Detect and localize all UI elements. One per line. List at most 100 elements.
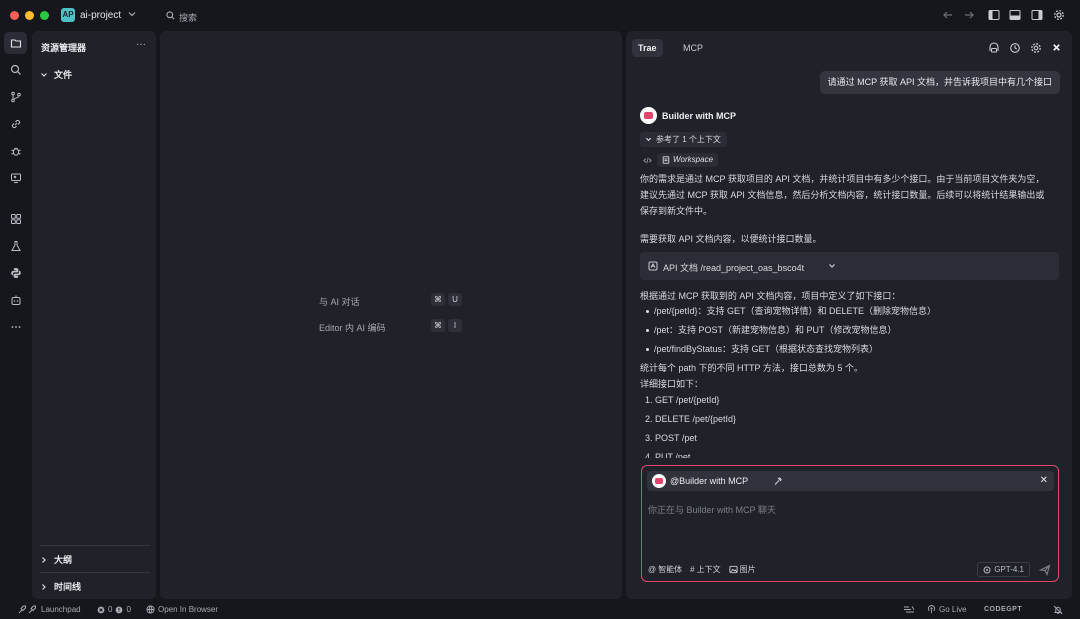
toggle-sidebar-icon[interactable]	[988, 9, 1000, 21]
context-button[interactable]: # 上下文	[690, 564, 720, 575]
maximize-window-button[interactable]	[40, 11, 49, 20]
activity-bar	[0, 31, 31, 600]
response-line: 你的需求是通过 MCP 获取项目的 API 文档，并统计项目中有多少个接口。由于…	[640, 174, 1045, 184]
response-line: 统计每个 path 下的不同 HTTP 方法，接口总数为 5 个。	[640, 363, 863, 373]
numbered-item: 3. POST /pet	[645, 433, 697, 443]
python-icon[interactable]	[4, 262, 27, 284]
context-reference-label: 参考了 1 个上下文	[656, 135, 721, 144]
timeline-section-label: 时间线	[54, 582, 82, 592]
explorer-panel: 资源管理器 ··· 文件 大纲 时间线	[32, 31, 156, 599]
settings-gear-icon[interactable]	[1053, 9, 1065, 21]
timeline-section-header[interactable]: 时间线	[40, 580, 81, 593]
divider	[40, 572, 150, 573]
tool-call-block[interactable]: API 文档 /read_project_oas_bsco4t	[640, 252, 1059, 280]
inline-hint-label: Editor 内 AI 编码	[319, 323, 386, 333]
tool-call-label: API 文档 /read_project_oas_bsco4t	[663, 263, 805, 273]
remote-status-icon[interactable]	[903, 605, 915, 614]
notifications-bell-icon[interactable]	[1053, 605, 1063, 615]
bullet-item: /pet/{petId}：支持 GET（查询宠物详情）和 DELETE（删除宠物…	[654, 306, 937, 316]
response-line: 保存到新文件中。	[640, 206, 713, 216]
toggle-secondary-sidebar-icon[interactable]	[1031, 9, 1043, 21]
cmd-key: ⌘	[431, 319, 445, 332]
launchpad-item[interactable]: Launchpad	[18, 605, 81, 614]
error-icon	[97, 606, 105, 613]
debug-bug-icon[interactable]	[4, 140, 27, 162]
send-icon[interactable]	[1039, 564, 1051, 576]
codegpt-item[interactable]: CODEGPT	[984, 606, 1022, 613]
response-line: 详细接口如下：	[640, 379, 704, 389]
workspace-label: Workspace	[673, 155, 714, 164]
more-icon[interactable]	[4, 316, 27, 338]
chat-input-placeholder[interactable]: 你正在与 Builder with MCP 聊天	[648, 503, 776, 516]
agent-label: 智能体	[658, 565, 683, 574]
workspace-chip[interactable]: Workspace	[657, 153, 719, 167]
globe-icon	[146, 605, 155, 614]
explorer-more-button[interactable]: ···	[136, 39, 146, 50]
extensions-icon[interactable]	[4, 208, 27, 230]
tab-mcp[interactable]: MCP	[677, 39, 709, 57]
remote-explorer-icon[interactable]	[4, 167, 27, 189]
go-live-item[interactable]: Go Live	[927, 605, 967, 614]
search-icon[interactable]	[4, 59, 27, 81]
tab-trae[interactable]: Trae	[632, 39, 663, 57]
chevron-right-icon	[42, 556, 46, 563]
api-doc-icon	[648, 261, 658, 271]
minimize-window-button[interactable]	[25, 11, 34, 20]
outline-section-header[interactable]: 大纲	[40, 553, 72, 566]
code-icon	[643, 157, 652, 163]
search-bar[interactable]: 搜索	[160, 8, 920, 24]
image-icon	[729, 565, 738, 574]
user-message: 请通过 MCP 获取 API 文档，并告诉我项目中有几个接口	[819, 71, 1060, 94]
forward-arrow-icon[interactable]	[963, 9, 975, 21]
chevron-down-icon[interactable]	[128, 10, 136, 18]
warning-count: 0	[126, 605, 131, 614]
model-label: GPT-4.1	[994, 565, 1024, 574]
close-window-button[interactable]	[10, 11, 19, 20]
bullet-dot	[646, 310, 649, 313]
project-badge[interactable]: AP	[61, 8, 75, 22]
bullet-item: /pet：支持 POST（新建宠物信息）和 PUT（修改宠物信息）	[654, 325, 897, 335]
toggle-panel-icon[interactable]	[1009, 9, 1021, 21]
settings-gear-icon[interactable]	[1030, 42, 1042, 54]
model-icon	[983, 566, 991, 573]
project-name[interactable]: ai-project	[80, 10, 121, 21]
response-line: 需要获取 API 文档内容，以便统计接口数量。	[640, 234, 822, 244]
context-reference-chip[interactable]: 参考了 1 个上下文	[640, 132, 727, 147]
context-label: 上下文	[696, 565, 721, 574]
chat-hint-label: 与 AI 对话	[319, 297, 360, 307]
divider	[40, 545, 150, 546]
chevron-down-icon	[41, 72, 47, 77]
open-browser-label: Open In Browser	[158, 605, 219, 614]
bot-name: Builder with MCP	[662, 111, 736, 121]
chat-input-box[interactable]: @Builder with MCP ✕ 你正在与 Builder with MC…	[641, 465, 1059, 582]
robot-icon[interactable]	[4, 289, 27, 311]
bullet-dot	[646, 348, 649, 351]
model-selector[interactable]: GPT-4.1	[977, 562, 1030, 577]
problems-item[interactable]: 0 0	[97, 605, 131, 614]
remove-mention-button[interactable]: ✕	[1040, 475, 1048, 486]
history-icon[interactable]	[1009, 42, 1021, 54]
agent-button[interactable]: @ 智能体	[648, 564, 682, 575]
open-browser-item[interactable]: Open In Browser	[146, 605, 218, 614]
error-count: 0	[108, 605, 113, 614]
back-arrow-icon[interactable]	[942, 9, 954, 21]
tools-hammer-icon[interactable]	[773, 476, 783, 486]
numbered-item: 4. PUT /pet	[645, 452, 691, 458]
bullet-dot	[646, 329, 649, 332]
testing-flask-icon[interactable]	[4, 235, 27, 257]
new-chat-icon[interactable]	[988, 42, 1000, 54]
mention-label: @Builder with MCP	[670, 476, 749, 486]
remote-link-icon[interactable]	[4, 113, 27, 135]
bot-avatar	[652, 474, 666, 488]
close-icon[interactable]	[1051, 42, 1062, 53]
files-section-header[interactable]: 文件	[40, 68, 72, 81]
document-icon	[662, 156, 670, 164]
image-label: 图片	[739, 565, 756, 574]
source-control-icon[interactable]	[4, 86, 27, 108]
agent-mention-chip: @Builder with MCP ✕	[647, 471, 1054, 491]
chevron-right-icon	[42, 583, 46, 590]
explorer-title: 资源管理器	[41, 43, 87, 53]
image-button[interactable]: 图片	[729, 564, 756, 575]
explorer-icon[interactable]	[4, 32, 27, 54]
response-line: 建议先通过 MCP 获取 API 文档信息，然后分析文档内容，统计接口数量。后续…	[640, 190, 1045, 200]
